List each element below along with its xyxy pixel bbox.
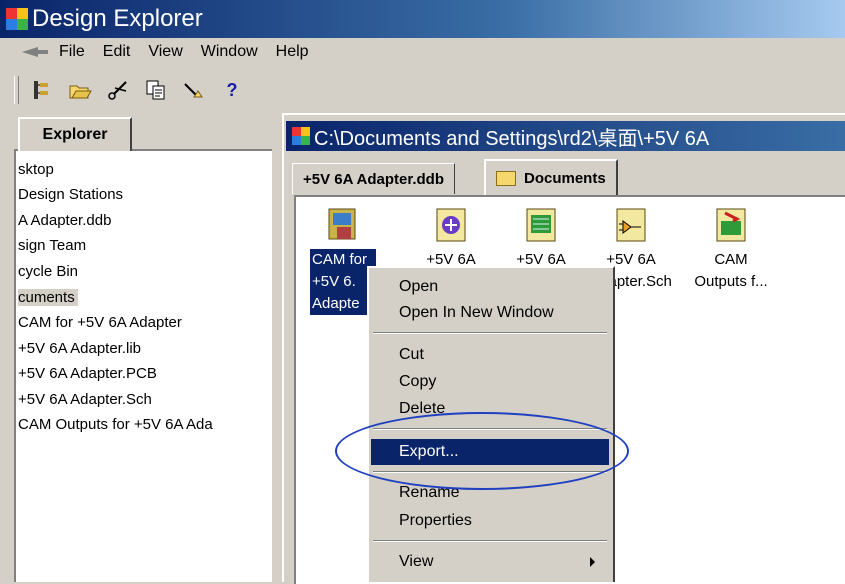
- toolbar-grip[interactable]: [14, 76, 19, 104]
- menu-item-cut[interactable]: Cut: [371, 342, 609, 368]
- cam-outputs-document-icon: [713, 207, 749, 243]
- cut-icon[interactable]: [103, 76, 133, 104]
- tree-item[interactable]: +5V 6A Adapter.Sch: [18, 391, 152, 408]
- tree-item[interactable]: +5V 6A Adapter.PCB: [18, 365, 157, 382]
- open-folder-icon[interactable]: [65, 76, 95, 104]
- menu-item-open-new-window[interactable]: Open In New Window: [371, 300, 609, 326]
- menu-view[interactable]: View: [139, 43, 191, 61]
- document-logo-icon: [292, 127, 310, 145]
- folder-icon: [496, 170, 516, 186]
- menu-separator: [373, 540, 607, 542]
- tree-item[interactable]: cycle Bin: [18, 263, 78, 280]
- tree-item[interactable]: sign Team: [18, 237, 86, 254]
- menu-file[interactable]: File: [50, 43, 94, 61]
- menu-separator: [373, 471, 607, 473]
- context-menu: Open Open In New Window Cut Copy Delete …: [367, 266, 615, 582]
- menu-item-view[interactable]: View: [371, 549, 609, 575]
- schematic-document-icon: [613, 207, 649, 243]
- library-document-icon: [433, 207, 469, 243]
- tree-item[interactable]: +5V 6A Adapter.lib: [18, 340, 141, 357]
- menu-item-open[interactable]: Open: [371, 274, 609, 300]
- menu-item-copy[interactable]: Copy: [371, 369, 609, 395]
- cam-document-icon: [325, 207, 361, 243]
- menu-bar: File Edit View Window Help: [0, 38, 845, 66]
- menu-item-label: Open: [399, 278, 439, 295]
- menu-item-label: Export...: [399, 443, 459, 460]
- tree-item[interactable]: A Adapter.ddb: [18, 212, 111, 229]
- menu-item-delete[interactable]: Delete: [371, 396, 609, 422]
- copy-icon[interactable]: [141, 76, 171, 104]
- doc-icon-pcb[interactable]: +5V 6A: [496, 203, 586, 271]
- menu-item-export[interactable]: Export...: [371, 439, 609, 465]
- system-menu-icon[interactable]: [20, 45, 50, 59]
- menu-item-rename[interactable]: Rename: [371, 480, 609, 506]
- tree-item-selected[interactable]: cuments: [18, 289, 78, 306]
- document-path: C:\Documents and Settings\rd2\桌面\+5V 6A: [314, 127, 710, 150]
- window-title: Design Explorer: [32, 5, 203, 32]
- pcb-document-icon: [523, 207, 559, 243]
- doc-icon-lib[interactable]: +5V 6A: [406, 203, 496, 271]
- tree-item[interactable]: CAM Outputs for +5V 6A Ada: [18, 416, 213, 433]
- submenu-arrow-icon: [590, 557, 595, 567]
- menu-item-label: Delete: [399, 400, 446, 417]
- menu-item-label: Cut: [399, 346, 424, 363]
- menu-item-label: Rename: [399, 484, 460, 501]
- tree-item[interactable]: CAM for +5V 6A Adapter: [18, 314, 182, 331]
- document-titlebar: C:\Documents and Settings\rd2\桌面\+5V 6A: [286, 121, 845, 151]
- explorer-tree-icon[interactable]: [27, 76, 57, 104]
- menu-separator: [373, 332, 607, 334]
- app-logo-icon: [6, 8, 28, 30]
- tree-item[interactable]: sktop: [18, 161, 54, 178]
- paste-icon[interactable]: [179, 76, 209, 104]
- menu-edit[interactable]: Edit: [94, 43, 140, 61]
- menu-item-label: Properties: [399, 512, 472, 529]
- toolbar: ?: [0, 72, 300, 108]
- tab-ddb[interactable]: +5V 6A Adapter.ddb: [292, 163, 456, 194]
- menu-help[interactable]: Help: [267, 43, 318, 61]
- doc-icon-cam-outputs[interactable]: CAM Outputs f...: [686, 203, 776, 293]
- tab-explorer[interactable]: Explorer: [18, 117, 132, 151]
- menu-window[interactable]: Window: [192, 43, 267, 61]
- menu-separator: [373, 428, 607, 430]
- tab-documents-label: Documents: [524, 169, 606, 187]
- menu-item-label: Open In New Window: [399, 304, 554, 321]
- tab-documents[interactable]: Documents: [484, 159, 618, 195]
- help-icon[interactable]: ?: [217, 76, 247, 104]
- tab-ddb-label: +5V 6A Adapter.ddb: [303, 170, 445, 188]
- app-titlebar: Design Explorer: [0, 0, 845, 38]
- doc-label-line: Outputs f...: [694, 273, 768, 290]
- menu-item-properties[interactable]: Properties: [371, 508, 609, 534]
- menu-item-label: View: [399, 553, 434, 570]
- doc-label-line: CAM: [714, 251, 748, 268]
- menu-item-label: Copy: [399, 373, 437, 390]
- explorer-tree[interactable]: sktop Design Stations A Adapter.ddb sign…: [14, 149, 272, 582]
- explorer-panel: Explorer sktop Design Stations A Adapter…: [12, 117, 272, 582]
- tree-item[interactable]: Design Stations: [18, 186, 123, 203]
